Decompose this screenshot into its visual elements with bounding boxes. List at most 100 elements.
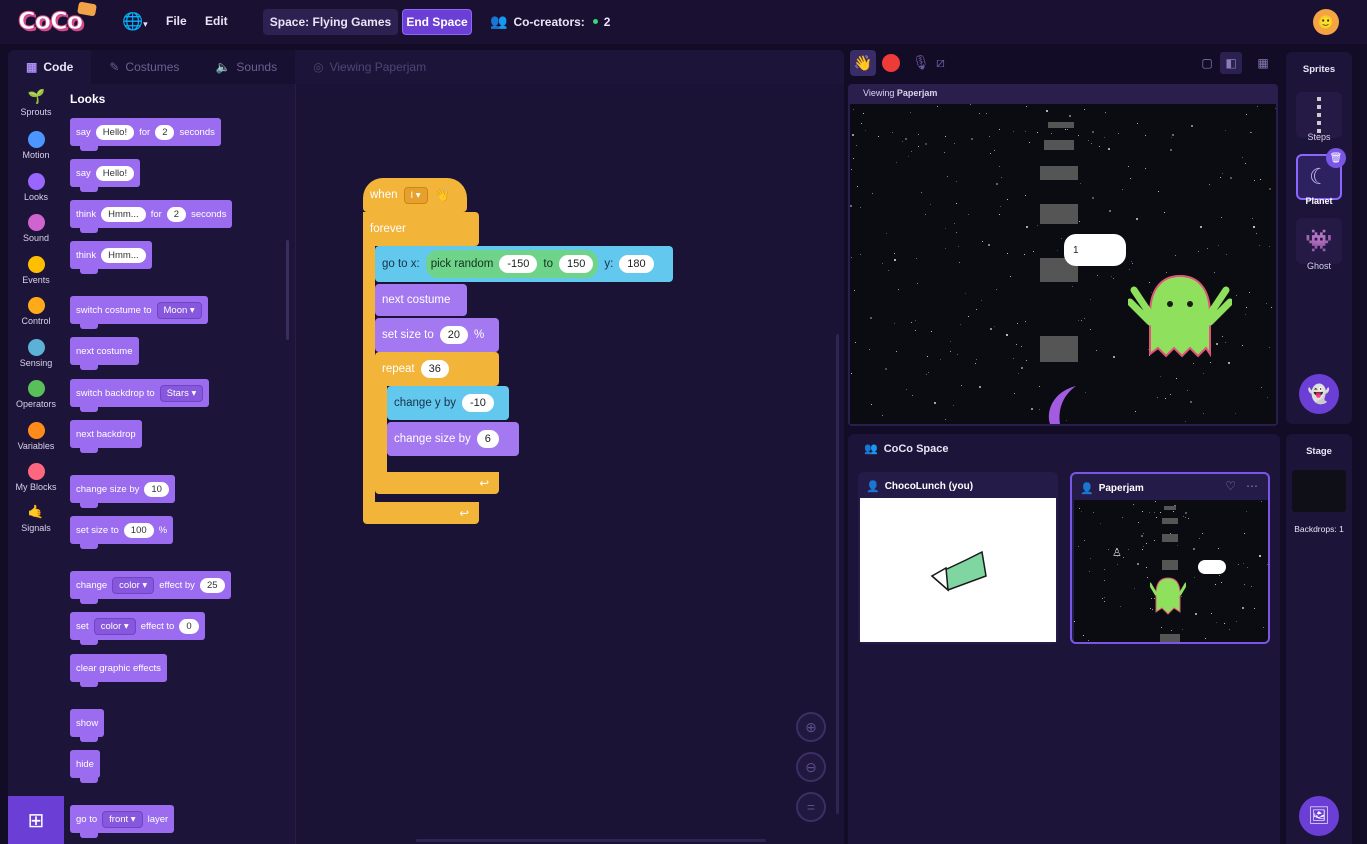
menu-edit[interactable]: Edit [205,14,228,28]
block-input[interactable]: 25 [199,577,225,593]
block-input[interactable]: 0 [179,618,199,634]
add-extension-button[interactable]: ⊞ [8,796,64,844]
block-think-for[interactable]: think Hmm... for 2 seconds [70,200,233,233]
stage-canvas[interactable]: 1 [850,104,1276,424]
category-motion[interactable]: Motion [8,131,64,160]
cocreator-card-chocolunch[interactable]: 👤 ChocoLunch (you) [858,472,1058,644]
when-hat-block[interactable]: when I ▾ 👋 [363,178,467,212]
microphone-off-icon[interactable]: 🎙 [912,54,930,71]
block-input[interactable]: -150 [499,255,538,273]
set-size-block[interactable]: set size to 20 % [375,318,499,352]
category-variables[interactable]: Variables [8,422,64,451]
block-next-backdrop[interactable]: next backdrop [70,420,142,453]
planet-moon-sprite[interactable] [1038,384,1080,424]
block-next-costume[interactable]: next costume [70,337,139,370]
grid-view-button[interactable]: ▦ [1252,52,1274,74]
block-input[interactable]: Hello! [95,124,135,140]
ghost-sprite[interactable] [1128,270,1232,366]
end-space-button[interactable]: End Space [402,9,472,35]
block-set-effect[interactable]: set color ▾ effect to 0 [70,612,205,645]
repeat-block[interactable]: repeat 36 [375,352,499,386]
star [1026,226,1028,228]
block-hide[interactable]: hide [70,750,100,783]
block-clear-effects[interactable]: clear graphic effects [70,654,167,687]
cocreator-card-paperjam[interactable]: 👤 Paperjam ♡ ⋯ ♙ [1070,472,1270,644]
category-control[interactable]: Control [8,297,64,326]
language-globe-icon[interactable]: 🌐▾ [122,12,148,32]
script-workspace[interactable]: when I ▾ 👋 forever ↩ go to x: pick rando… [296,84,844,844]
forever-block[interactable]: forever [363,212,479,246]
category-sprouts[interactable]: 🌱 Sprouts [8,88,64,117]
block-input[interactable]: Hello! [95,165,135,181]
costume-dropdown[interactable]: Moon ▾ [156,301,202,319]
category-my-blocks[interactable]: My Blocks [8,463,64,492]
cocreators-indicator[interactable]: 👥 Co-creators: 2 [490,13,610,30]
tab-code[interactable]: ▦ Code [8,50,92,84]
menu-file[interactable]: File [166,14,187,28]
block-input[interactable]: 20 [439,326,469,344]
star [853,109,854,110]
block-say-for[interactable]: say Hello! for 2 seconds [70,118,221,151]
small-stage-button[interactable]: ▢ [1196,52,1218,74]
block-change-effect[interactable]: change color ▾ effect by 25 [70,571,231,604]
block-input[interactable]: 6 [476,430,499,448]
block-change-size[interactable]: change size by 10 [70,475,175,508]
block-set-size[interactable]: set size to 100 % [70,516,174,549]
block-input[interactable]: 180 [619,255,654,273]
category-signals[interactable]: 🤙 Signals [8,504,64,533]
block-switch-backdrop[interactable]: switch backdrop to Stars ▾ [70,379,210,412]
change-y-block[interactable]: change y by -10 [387,386,509,420]
block-think[interactable]: think Hmm... [70,241,152,274]
layer-dropdown[interactable]: front ▾ [102,810,143,828]
block-input[interactable]: 36 [420,360,449,378]
zoom-reset-button[interactable]: = [796,792,826,822]
sprite-ghost[interactable]: 👾 [1296,218,1342,264]
block-input[interactable]: 2 [166,206,187,222]
effect-dropdown[interactable]: color ▾ [93,617,136,635]
add-backdrop-button[interactable]: 🖼 [1299,796,1339,836]
category-events[interactable]: Events [8,256,64,285]
block-input[interactable]: 2 [155,124,175,140]
pick-random-block[interactable]: pick random -150 to 150 [425,250,599,278]
change-size-block[interactable]: change size by 6 [387,422,519,456]
heart-icon[interactable]: ♡ [1225,479,1236,493]
block-say[interactable]: say Hello! [70,159,141,192]
tab-costumes[interactable]: ✎ Costumes [91,50,198,84]
more-options-icon[interactable]: ⋯ [1246,479,1258,493]
effect-dropdown[interactable]: color ▾ [112,576,155,594]
block-input[interactable]: 100 [123,522,154,538]
workspace-scrollbar-horizontal[interactable] [416,839,766,842]
signal-dropdown[interactable]: I ▾ [403,186,428,204]
zoom-in-button[interactable]: ⊕ [796,712,826,742]
block-show[interactable]: show [70,709,105,742]
palette-scrollbar[interactable] [286,240,289,340]
record-button[interactable] [882,54,900,72]
camera-off-icon[interactable]: ⧄ [936,54,945,71]
coco-logo[interactable]: CoCo [17,1,98,36]
workspace-scrollbar-vertical[interactable] [836,334,839,814]
block-input[interactable]: Hmm... [101,206,146,222]
category-sensing[interactable]: Sensing [8,339,64,368]
block-input[interactable]: 150 [558,255,594,273]
tab-sounds[interactable]: 🔈 Sounds [197,50,296,84]
block-go-to-layer[interactable]: go to front ▾ layer [70,805,175,838]
next-costume-block[interactable]: next costume [375,284,467,316]
block-input[interactable]: -10 [462,394,494,412]
block-input[interactable]: Hmm... [101,247,146,263]
delete-sprite-button[interactable]: 🗑 [1326,148,1346,168]
add-sprite-button[interactable]: 👻 [1299,374,1339,414]
block-switch-costume[interactable]: switch costume to Moon ▾ [70,296,208,329]
star [1269,347,1270,348]
normal-stage-button[interactable]: ◧ [1220,52,1242,74]
goto-xy-block[interactable]: go to x: pick random -150 to 150 y: 180 [375,246,673,282]
backdrop-thumbnail[interactable] [1292,470,1346,512]
backdrop-dropdown[interactable]: Stars ▾ [159,384,204,402]
block-input[interactable]: 10 [144,481,169,497]
user-avatar[interactable]: 🙂 [1313,9,1339,35]
space-name-pill[interactable]: Space: Flying Games [263,9,398,35]
zoom-out-button[interactable]: ⊖ [796,752,826,782]
signal-wave-button[interactable]: 👋 [850,50,876,76]
category-sound[interactable]: Sound [8,214,64,243]
category-looks[interactable]: Looks [8,173,64,202]
category-operators[interactable]: Operators [8,380,64,409]
